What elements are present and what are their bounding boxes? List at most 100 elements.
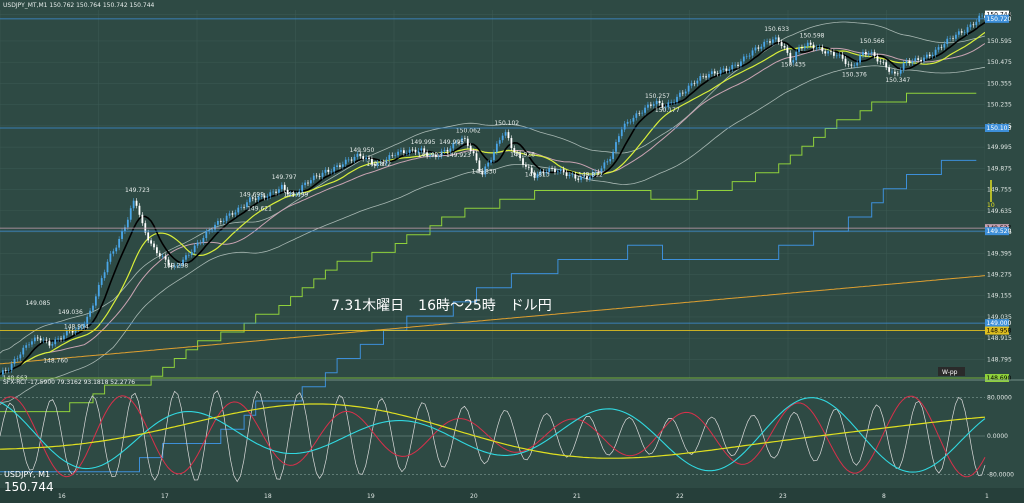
candle-body [620, 129, 623, 137]
candle-body [205, 231, 208, 238]
candle-body [896, 73, 899, 75]
candle-body [963, 32, 966, 33]
candle-body [943, 44, 946, 48]
candle-body [4, 370, 7, 371]
candle-body [278, 189, 280, 193]
candle-body [574, 174, 577, 179]
candle-body [400, 150, 402, 152]
candle-body [237, 207, 240, 213]
xaxis-bg [0, 488, 1024, 503]
candle-body [187, 254, 190, 256]
candle-body [240, 207, 243, 208]
price-annotation: 149.830 [472, 168, 497, 175]
candle-body [275, 191, 277, 193]
candle-body [16, 358, 19, 360]
candle-body [109, 253, 112, 262]
price-tag: 149.000 [987, 320, 1012, 327]
candle-body [969, 24, 972, 28]
price-annotation: 148.954 [64, 323, 89, 330]
candle-body [702, 76, 705, 77]
time-axis: 16 17 18 19 20 21 22 23 8 1 [0, 488, 1024, 503]
candle-body [847, 63, 850, 65]
candle-body [112, 251, 115, 254]
candle-body [821, 47, 824, 52]
candle-body [397, 151, 399, 156]
candle-body [347, 159, 350, 161]
candle-body [728, 69, 731, 71]
candle-body [693, 83, 696, 84]
candle-body [507, 132, 510, 139]
candle-body [39, 338, 42, 341]
rci-tick: 0.0000 [987, 433, 1008, 440]
candle-body [655, 101, 658, 105]
candle-body [652, 104, 655, 106]
candle-body [626, 121, 629, 124]
candle-body [641, 112, 644, 114]
candle-body [269, 192, 272, 197]
candle-body [420, 148, 423, 151]
candle-body [315, 175, 318, 177]
time-tick: 16 [58, 493, 66, 500]
candle-body [408, 149, 411, 154]
price-annotation: 150.102 [494, 120, 519, 127]
candle-body [609, 159, 612, 162]
candle-body [917, 58, 920, 60]
candle-body [673, 102, 676, 103]
candle-body [405, 153, 408, 154]
time-tick: 21 [573, 493, 581, 500]
price-tag: 148.958 [987, 328, 1012, 335]
candle-body [966, 27, 969, 33]
price-annotation: 150.257 [645, 93, 670, 100]
candle-body [126, 219, 129, 228]
candle-body [920, 59, 922, 62]
candle-body [135, 200, 138, 206]
price-annotation: 149.621 [247, 205, 272, 212]
price-annotation: 149.797 [272, 174, 297, 181]
candle-body [699, 76, 702, 81]
candle-body [280, 184, 283, 190]
candle-body [324, 169, 327, 173]
candle-body [725, 68, 728, 71]
candle-body [42, 339, 45, 341]
candle-body [940, 47, 943, 48]
candle-body [658, 101, 661, 104]
candle-body [760, 46, 763, 49]
candle-body [806, 42, 809, 47]
candle-body [783, 46, 786, 48]
candle-body [629, 121, 632, 123]
candle-body [899, 69, 902, 74]
price-tick: 148.795 [987, 356, 1012, 363]
candle-body [975, 21, 978, 26]
price-tick: 150.235 [987, 102, 1012, 109]
price-chart: 150.633 150.598 150.566 150.435 150.376 150.3… [0, 0, 1024, 503]
candle-body [266, 196, 269, 198]
candle-body [606, 161, 609, 163]
candle-body [638, 113, 641, 114]
candle-body [690, 83, 693, 86]
candle-body [472, 151, 475, 154]
candle-body [923, 57, 925, 62]
time-tick: 23 [779, 493, 787, 500]
candle-body [617, 136, 620, 143]
candle-body [777, 37, 780, 43]
candle-body [411, 149, 414, 151]
candle-body [894, 71, 896, 74]
candle-body [97, 284, 100, 297]
candle-body [731, 64, 734, 70]
candle-body [713, 71, 716, 74]
candle-body [25, 345, 28, 348]
candle-body [867, 53, 870, 55]
candle-body [103, 272, 106, 279]
candle-body [679, 92, 681, 97]
candle-body [615, 142, 617, 152]
candle-body [402, 150, 405, 154]
candle-body [763, 41, 766, 47]
candle-body [272, 191, 275, 193]
candle-body [931, 54, 934, 57]
candle-body [681, 92, 684, 94]
price-tick: 149.395 [987, 250, 1012, 257]
candle-body [225, 215, 228, 221]
price-tag: 148.690 [987, 375, 1012, 382]
candle-body [551, 168, 553, 170]
candle-body [185, 255, 187, 260]
